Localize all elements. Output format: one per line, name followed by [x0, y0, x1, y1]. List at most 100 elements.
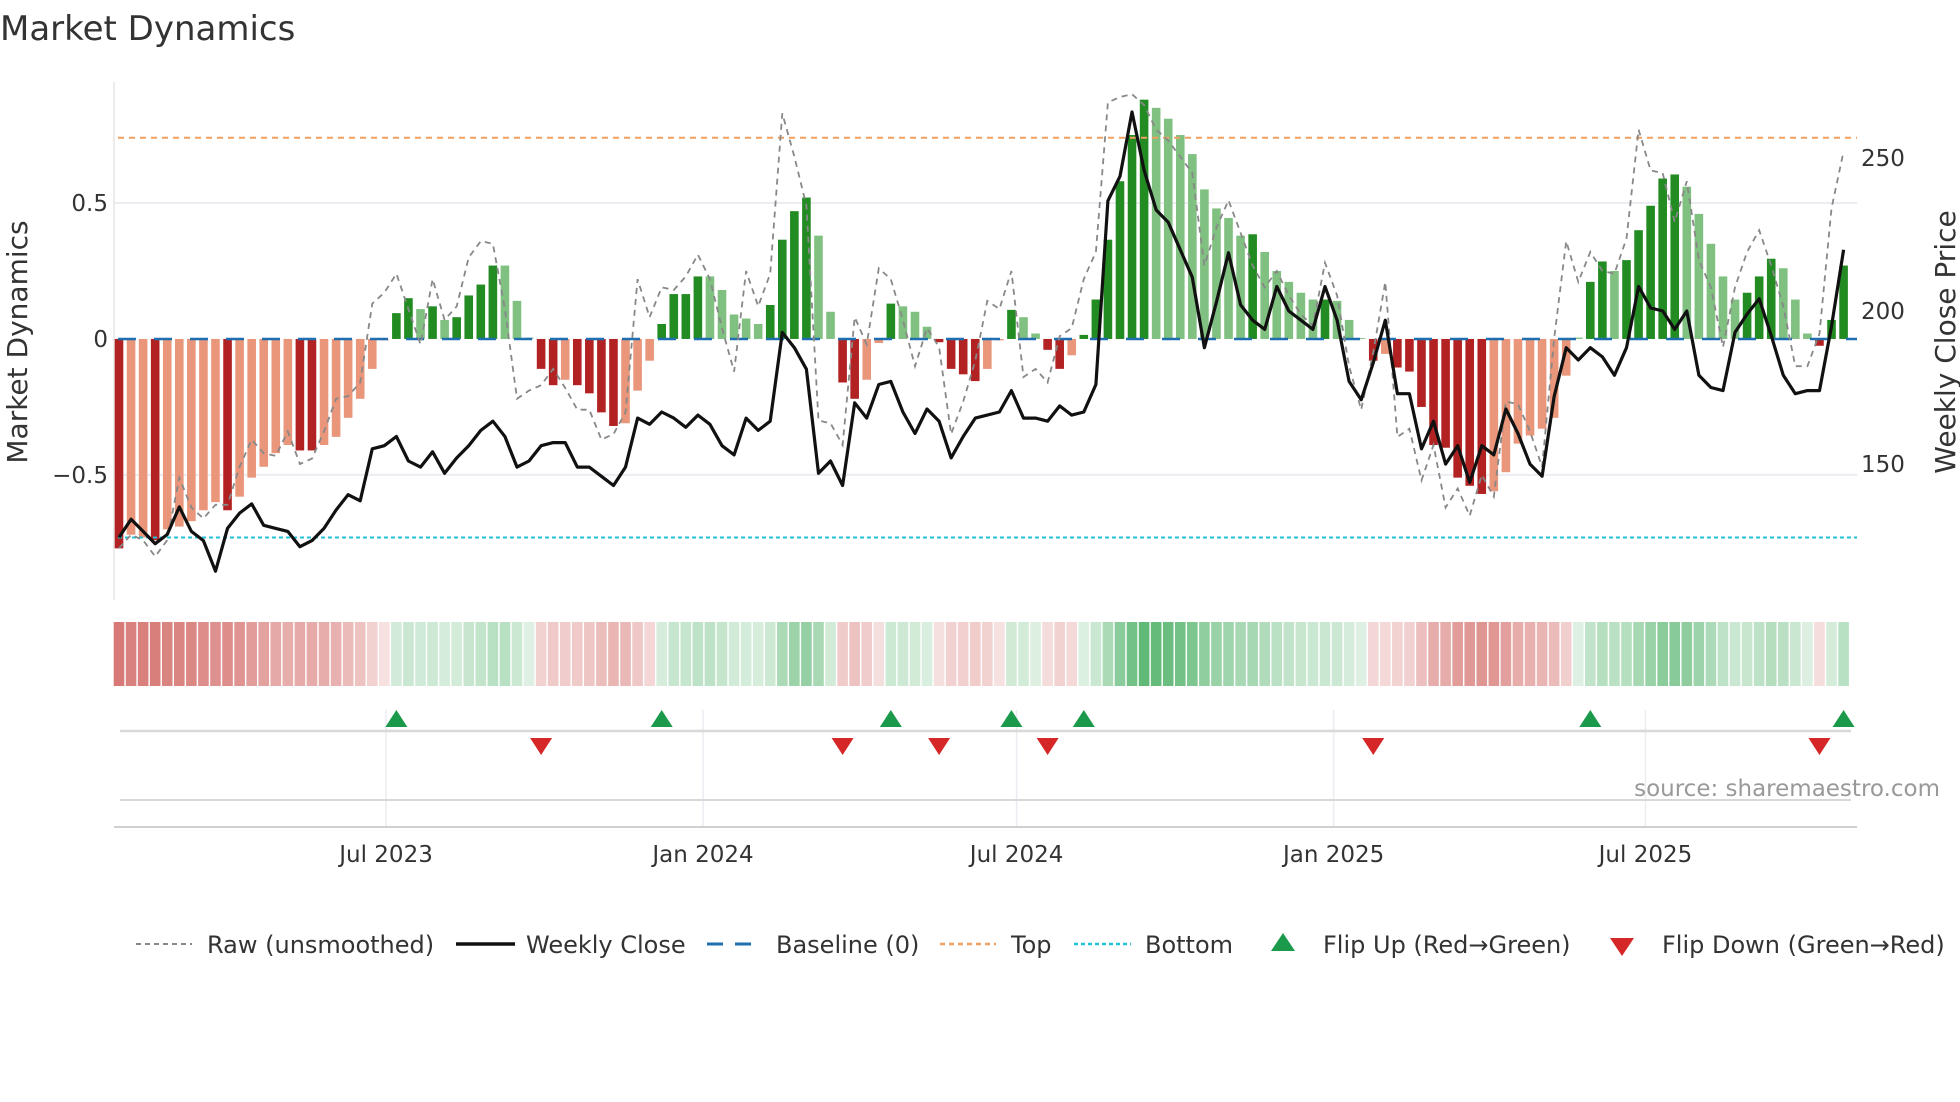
bar [343, 338, 353, 418]
bar [741, 318, 751, 339]
bar [536, 338, 546, 369]
heatmap-cell [740, 622, 752, 686]
heatmap-cell [837, 622, 848, 686]
heatmap-cell [1705, 622, 1717, 686]
bar [886, 303, 896, 339]
flip-up-icon [1072, 710, 1095, 727]
heatmap-cell [1211, 622, 1222, 686]
bar [1706, 243, 1716, 339]
heatmap-cell [1777, 622, 1789, 686]
heatmap-cell [1174, 622, 1186, 686]
flip-down-icon [1808, 738, 1831, 755]
heatmap-cell [632, 622, 643, 686]
heatmap-cell [270, 622, 282, 686]
legend-baseline-label: Baseline (0) [776, 931, 919, 959]
heatmap-cell [656, 622, 667, 686]
x-tick-label: Jul 2024 [968, 842, 1064, 868]
heatmap-cell [1440, 622, 1451, 686]
x-tick-label: Jul 2025 [1597, 842, 1693, 868]
heatmap-cell [499, 622, 511, 686]
heatmap-cell [1380, 622, 1391, 686]
heatmap-cell [752, 622, 764, 686]
heatmap-cell [1126, 622, 1138, 686]
heatmap-cell [1307, 622, 1319, 686]
flip-up-icon [385, 710, 408, 727]
bar [1019, 317, 1028, 339]
heatmap-cell [957, 622, 969, 686]
legend-close-label: Weekly Close [526, 931, 686, 959]
heatmap-cell [1343, 622, 1355, 686]
heatmap-cell [620, 622, 631, 686]
heatmap-cell [644, 622, 655, 686]
y2-tick-label: 250 [1861, 146, 1905, 172]
heatmap-cell [1138, 622, 1150, 686]
heatmap-cell [1355, 622, 1367, 686]
heatmap-cell [1392, 622, 1403, 686]
heatmap-cell [1717, 622, 1729, 686]
heatmap-strip [113, 622, 1849, 686]
bar [1320, 299, 1330, 339]
x-ticks: Jul 2023 Jan 2024 Jul 2024 Jan 2025 Jul 2025 [337, 842, 1692, 868]
heatmap-cell [210, 622, 221, 686]
heatmap-cell [680, 622, 692, 686]
heatmap-cell [1150, 622, 1162, 686]
heatmap-cell [1416, 622, 1427, 686]
flip-up-icon [1000, 710, 1023, 727]
bar [1296, 292, 1306, 339]
bar [1175, 135, 1185, 339]
x-tick-label: Jul 2023 [337, 842, 433, 868]
bar [669, 294, 679, 339]
heatmap-cell [1633, 622, 1644, 686]
heatmap-cell [1729, 622, 1741, 686]
flip-up-icon [1579, 710, 1602, 727]
heatmap-cell [596, 622, 607, 686]
bar [765, 304, 775, 339]
heatmap-cell [1247, 622, 1258, 686]
legend: Raw (unsmoothed) Weekly Close Baseline (… [136, 931, 1945, 959]
bar [778, 239, 787, 339]
heatmap-cell [1693, 622, 1705, 686]
bar [1393, 338, 1402, 368]
bar [597, 338, 606, 413]
bar [283, 338, 293, 446]
bar [1344, 319, 1354, 339]
heatmap-cell [318, 622, 330, 686]
bar [814, 235, 823, 339]
heatmap-cell [282, 622, 294, 686]
heatmap-cell [1271, 622, 1283, 686]
heatmap-cell [1367, 622, 1379, 686]
heatmap-cell [1452, 622, 1463, 686]
flip-markers-panel [114, 710, 1857, 828]
bar [838, 338, 847, 383]
bar [1405, 338, 1414, 372]
bar [440, 319, 449, 339]
bar [1598, 261, 1607, 339]
bar [175, 338, 184, 527]
bar [1586, 281, 1595, 339]
bar [572, 338, 582, 386]
heatmap-cell [1645, 622, 1656, 686]
heatmap-cell [861, 622, 873, 686]
heatmap-cell [258, 622, 270, 686]
heatmap-cell [342, 622, 354, 686]
bar [1646, 205, 1655, 339]
heatmap-cell [982, 622, 993, 686]
heatmap-cell [1512, 622, 1524, 686]
bar [1417, 338, 1426, 407]
bar [1670, 174, 1680, 339]
y2-tick-label: 150 [1861, 452, 1905, 478]
flip-down-icon [928, 738, 951, 755]
heatmap-cell [511, 622, 523, 686]
heatmap-cell [969, 622, 981, 686]
heatmap-cell [1078, 622, 1090, 686]
heatmap-cell [801, 622, 812, 686]
heatmap-cell [1199, 622, 1210, 686]
y-tick-label: 0 [93, 327, 108, 353]
heatmap-cell [1609, 622, 1620, 686]
bar [560, 338, 570, 380]
y-tick-label: −0.5 [52, 463, 108, 489]
bar [1007, 309, 1016, 339]
heatmap-cell [897, 622, 909, 686]
heatmap-cell [1741, 622, 1753, 686]
heatmap-cell [149, 622, 161, 686]
